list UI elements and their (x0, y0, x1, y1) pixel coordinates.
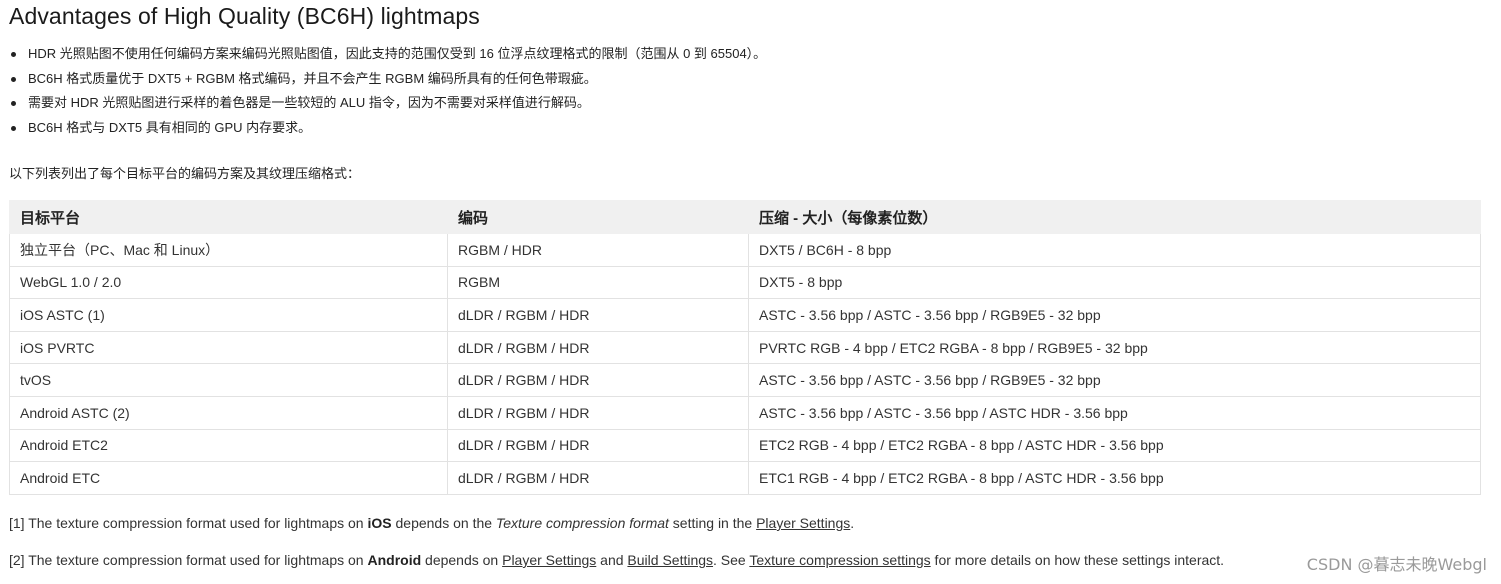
table-row: tvOS dLDR / RGBM / HDR ASTC - 3.56 bpp /… (9, 363, 1481, 397)
bullet-icon (11, 52, 16, 57)
advantages-list: HDR 光照贴图不使用任何编码方案来编码光照贴图值，因此支持的范围仅受到 16 … (9, 42, 766, 140)
bullet-icon (11, 101, 16, 106)
table-header-row: 目标平台 编码 压缩 - 大小（每像素位数） (9, 200, 1481, 234)
table-row: 独立平台（PC、Mac 和 Linux） RGBM / HDR DXT5 / B… (9, 233, 1481, 267)
table-row: iOS PVRTC dLDR / RGBM / HDR PVRTC RGB - … (9, 330, 1481, 365)
header-encoding: 编码 (447, 200, 749, 234)
cell-encoding: RGBM / HDR (447, 233, 749, 267)
footnote-text: [2] The texture compression format used … (9, 552, 368, 568)
bullet-icon (11, 76, 16, 82)
footnote-ios: [1] The texture compression format used … (9, 515, 854, 531)
footnote-italic: Texture compression format (495, 515, 669, 531)
texture-compression-settings-link[interactable]: Texture compression settings (749, 552, 930, 568)
footnote-android: [2] The texture compression format used … (9, 552, 1224, 568)
cell-platform: iOS ASTC (1) (9, 298, 448, 332)
cell-platform: Android ASTC (2) (9, 395, 448, 430)
csdn-watermark: CSDN @暮志未晚Webgl (1306, 555, 1487, 574)
footnote-text: depends on the (391, 515, 496, 531)
cell-compression: ASTC - 3.56 bpp / ASTC - 3.56 bpp / RGB9… (748, 298, 1481, 332)
footnote-bold: Android (367, 552, 422, 568)
cell-compression: ETC2 RGB - 4 bpp / ETC2 RGBA - 8 bpp / A… (748, 428, 1481, 463)
cell-encoding: dLDR / RGBM / HDR (447, 461, 749, 495)
cell-compression: DXT5 / BC6H - 8 bpp (748, 233, 1481, 267)
cell-encoding: dLDR / RGBM / HDR (447, 395, 749, 430)
footnote-text: depends on (421, 552, 503, 568)
list-item: BC6H 格式质量优于 DXT5 + RGBM 格式编码，并且不会产生 RGBM… (9, 67, 766, 92)
list-item-text: BC6H 格式与 DXT5 具有相同的 GPU 内存要求。 (28, 119, 312, 135)
cell-platform: Android ETC2 (9, 428, 448, 463)
table-row: WebGL 1.0 / 2.0 RGBM DXT5 - 8 bpp (9, 265, 1481, 300)
build-settings-link[interactable]: Build Settings (627, 552, 713, 568)
list-item: HDR 光照贴图不使用任何编码方案来编码光照贴图值，因此支持的范围仅受到 16 … (9, 42, 766, 67)
cell-platform: Android ETC (9, 461, 448, 495)
footnote-text: and (596, 552, 628, 568)
section-heading: Advantages of High Quality (BC6H) lightm… (9, 3, 480, 29)
cell-encoding: RGBM (447, 265, 749, 300)
cell-compression: ETC1 RGB - 4 bpp / ETC2 RGBA - 8 bpp / A… (748, 461, 1481, 495)
list-item-text: BC6H 格式质量优于 DXT5 + RGBM 格式编码，并且不会产生 RGBM… (28, 70, 597, 86)
table-row: Android ETC2 dLDR / RGBM / HDR ETC2 RGB … (9, 428, 1481, 463)
footnote-bold: iOS (367, 515, 392, 531)
table-row: Android ETC dLDR / RGBM / HDR ETC1 RGB -… (9, 461, 1481, 495)
list-item-text: HDR 光照贴图不使用任何编码方案来编码光照贴图值，因此支持的范围仅受到 16 … (28, 46, 767, 61)
table-row: iOS ASTC (1) dLDR / RGBM / HDR ASTC - 3.… (9, 298, 1481, 332)
footnote-text: . See (713, 552, 750, 568)
player-settings-link[interactable]: Player Settings (756, 515, 850, 531)
table-row: Android ASTC (2) dLDR / RGBM / HDR ASTC … (9, 395, 1481, 430)
footnote-text: . (850, 515, 855, 531)
footnote-text: setting in the (668, 515, 757, 531)
header-compression: 压缩 - 大小（每像素位数） (748, 200, 1481, 234)
platform-table: 目标平台 编码 压缩 - 大小（每像素位数） 独立平台（PC、Mac 和 Lin… (9, 200, 1481, 495)
player-settings-link[interactable]: Player Settings (502, 552, 596, 568)
list-item-text: 需要对 HDR 光照贴图进行采样的着色器是一些较短的 ALU 指令，因为不需要对… (28, 95, 590, 110)
cell-encoding: dLDR / RGBM / HDR (447, 330, 749, 365)
cell-encoding: dLDR / RGBM / HDR (447, 298, 749, 332)
cell-platform: 独立平台（PC、Mac 和 Linux） (9, 233, 448, 267)
footnote-text: [1] The texture compression format used … (9, 515, 368, 531)
cell-platform: tvOS (9, 363, 448, 397)
cell-compression: PVRTC RGB - 4 bpp / ETC2 RGBA - 8 bpp / … (748, 330, 1481, 365)
cell-platform: WebGL 1.0 / 2.0 (9, 265, 448, 300)
bullet-icon (11, 125, 16, 131)
list-item: BC6H 格式与 DXT5 具有相同的 GPU 内存要求。 (9, 116, 766, 141)
cell-compression: ASTC - 3.56 bpp / ASTC - 3.56 bpp / ASTC… (748, 395, 1481, 430)
footnote-text: for more details on how these settings i… (930, 552, 1225, 568)
list-item: 需要对 HDR 光照贴图进行采样的着色器是一些较短的 ALU 指令，因为不需要对… (9, 91, 766, 116)
cell-encoding: dLDR / RGBM / HDR (447, 428, 749, 463)
cell-compression: DXT5 - 8 bpp (748, 265, 1481, 300)
cell-compression: ASTC - 3.56 bpp / ASTC - 3.56 bpp / RGB9… (748, 363, 1481, 397)
cell-encoding: dLDR / RGBM / HDR (447, 363, 749, 397)
cell-platform: iOS PVRTC (9, 330, 448, 365)
header-platform: 目标平台 (9, 200, 448, 234)
table-intro: 以下列表列出了每个目标平台的编码方案及其纹理压缩格式： (9, 166, 361, 181)
